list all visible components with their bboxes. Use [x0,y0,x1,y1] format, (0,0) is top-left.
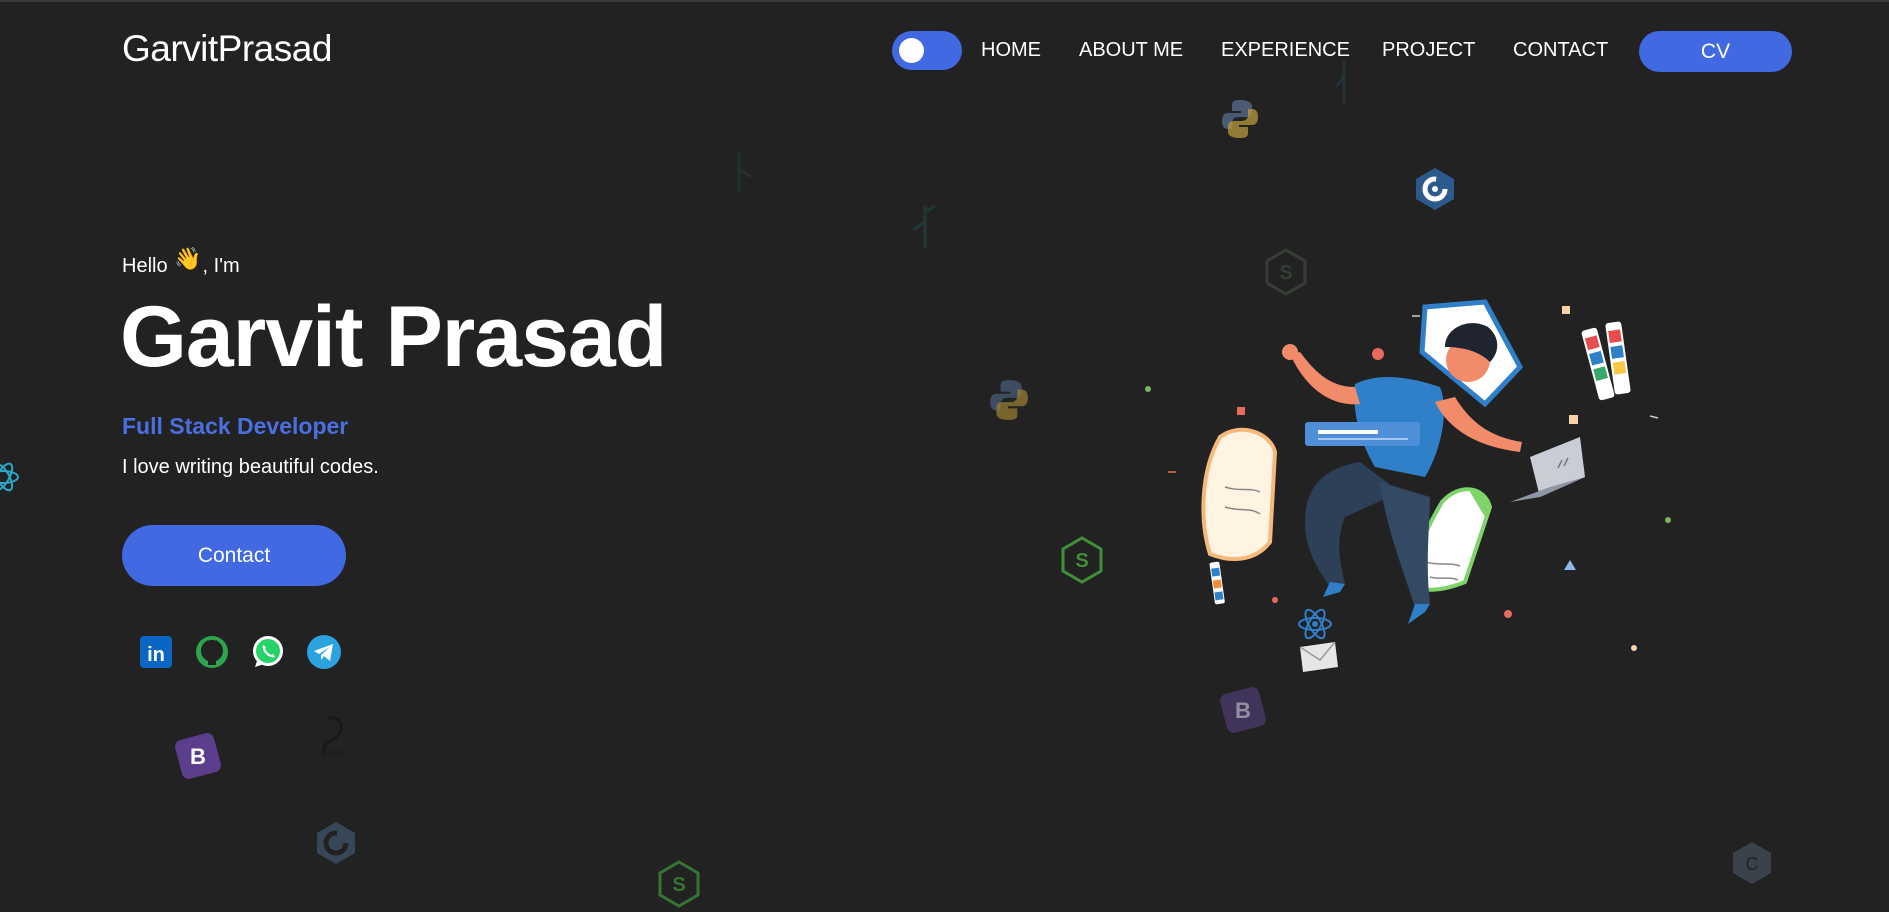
nav-about-me[interactable]: ABOUT ME [1079,39,1183,62]
svg-text:in: in [147,644,165,666]
developer-illustration [1145,299,1671,672]
telegram-icon[interactable] [306,634,342,670]
nav-project[interactable]: PROJECT [1382,39,1475,62]
page: GarvitPrasad HOME ABOUT ME EXPERIENCE PR… [0,0,1889,912]
nodejs-icon: S [1061,536,1103,584]
cpp-icon [317,822,355,864]
greeting-prefix: Hello [122,255,168,277]
svg-text:S: S [1279,262,1292,284]
linkedin-icon[interactable]: in [138,634,174,670]
greeting-suffix: , I'm [202,255,240,277]
nodejs-icon [1334,61,1346,103]
bootstrap-icon: B [175,733,221,779]
nav-contact[interactable]: CONTACT [1513,39,1608,62]
navbar: GarvitPrasad HOME ABOUT ME EXPERIENCE PR… [0,2,1889,102]
nodejs-icon: S [1265,248,1307,296]
theme-toggle[interactable] [892,31,962,70]
hero-role: Full Stack Developer [122,413,349,439]
hero-tagline: I love writing beautiful codes. [122,456,379,478]
hero-name: Garvit Prasad [120,289,667,385]
svg-text:B: B [1235,698,1251,723]
cv-button[interactable]: CV [1639,31,1792,72]
flask-icon: Flask [322,716,345,759]
cpp-icon [1416,168,1454,210]
nav-home[interactable]: HOME [981,39,1041,62]
svg-text:C: C [1746,854,1759,874]
svg-text:B: B [190,744,206,769]
c-icon: C [1733,842,1771,884]
logo[interactable]: GarvitPrasad [122,28,332,70]
react-icon [0,462,19,492]
contact-button[interactable]: Contact [122,525,346,586]
whatsapp-icon[interactable] [250,634,286,670]
python-icon [1222,100,1258,138]
python-icon [990,380,1028,420]
nodejs-icon: S [658,860,700,908]
waving-hand-icon: 👋 [174,246,202,271]
tensorflow-icon [737,151,752,193]
github-icon[interactable] [194,634,230,670]
greeting: Hello 👋, I'm [122,246,240,278]
bootstrap-icon: B [1220,687,1266,733]
toggle-knob [899,38,924,63]
svg-text:Flask: Flask [323,748,345,759]
tensorflow-icon [912,204,936,248]
svg-text:S: S [1075,550,1088,572]
svg-text:S: S [672,874,685,896]
